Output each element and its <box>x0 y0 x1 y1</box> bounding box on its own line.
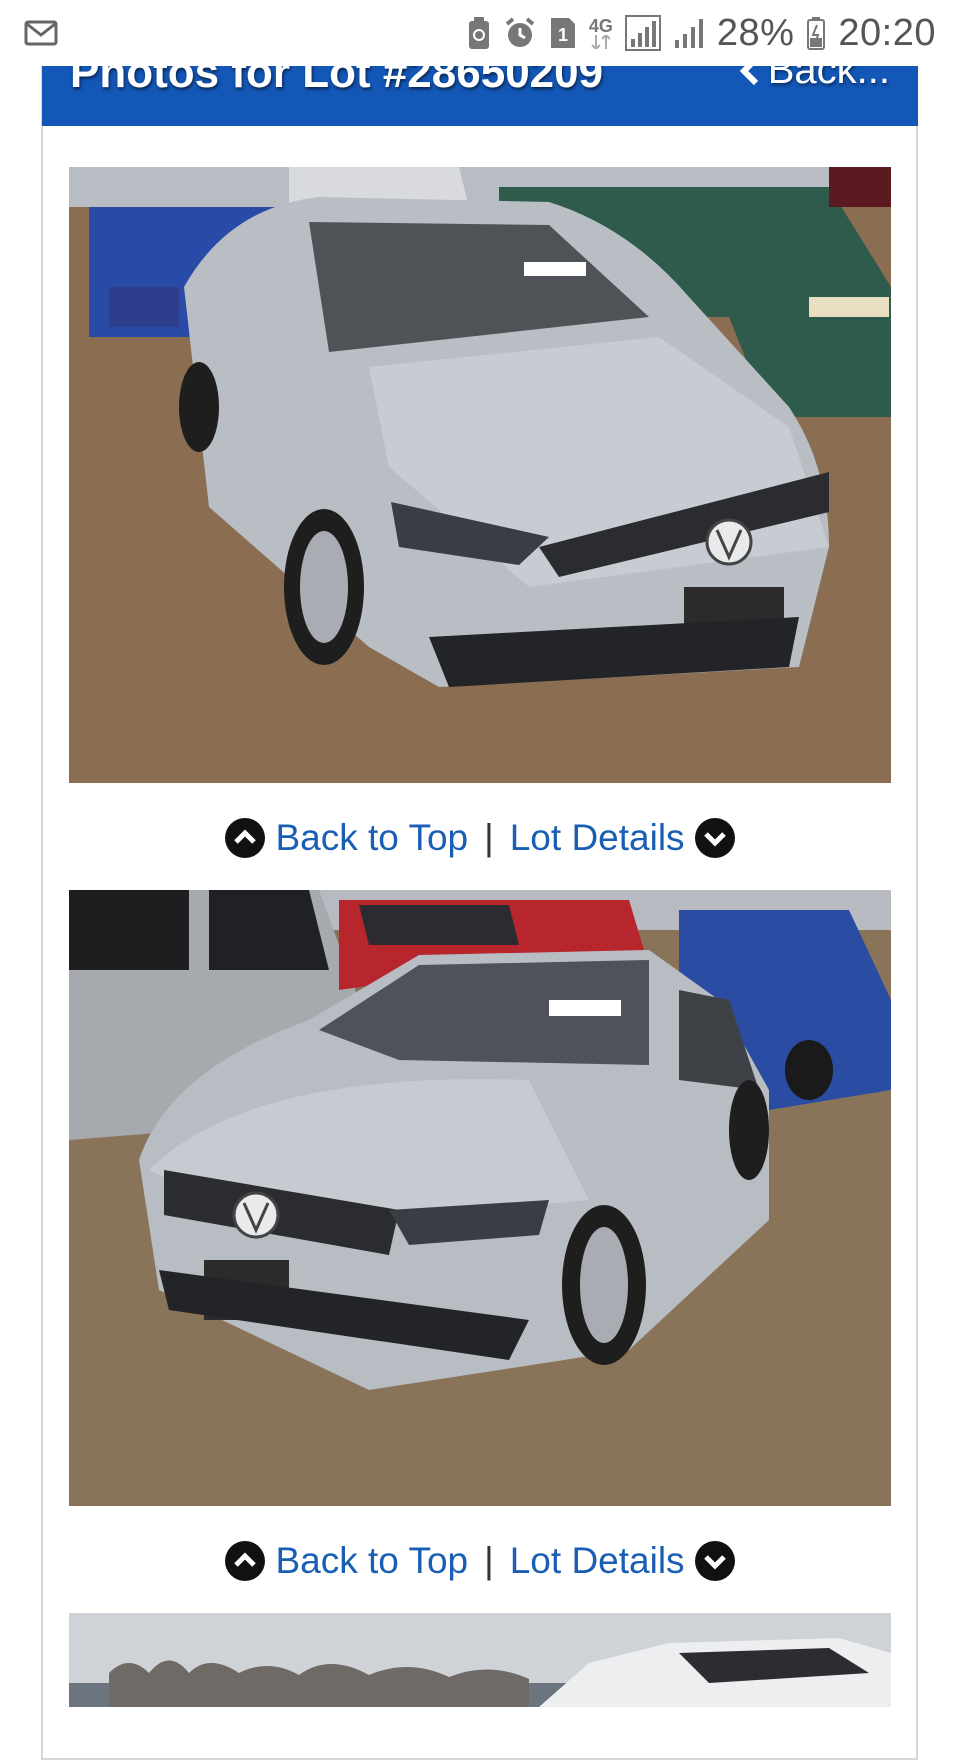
photo-nav-row: Back to Top | Lot Details <box>0 808 960 868</box>
nav-separator: | <box>484 817 494 858</box>
lot-photo-3[interactable] <box>69 1613 891 1707</box>
battery-saver-icon <box>467 16 491 50</box>
header-bar: Photos for Lot #28650209 Back... <box>42 60 918 126</box>
data-arrows-icon: 4G <box>589 17 613 49</box>
lot-details-link[interactable]: Lot Details <box>510 1540 685 1582</box>
photo-nav-row: Back to Top | Lot Details <box>0 1531 960 1591</box>
lot-details-link[interactable]: Lot Details <box>510 817 685 859</box>
chevron-up-icon[interactable] <box>225 818 266 858</box>
chevron-down-icon[interactable] <box>694 818 735 858</box>
clock-time: 20:20 <box>838 11 936 54</box>
status-bar: 1 4G 28% 20:20 <box>0 0 960 66</box>
lot-photo-2[interactable] <box>69 890 891 1506</box>
battery-icon <box>806 16 826 50</box>
chevron-down-icon[interactable] <box>694 1541 735 1581</box>
sim-icon: 1 <box>549 16 577 50</box>
signal-icon <box>673 16 705 50</box>
sim-slot-number: 1 <box>558 25 568 45</box>
alarm-icon <box>503 16 537 50</box>
back-to-top-link[interactable]: Back to Top <box>275 1540 468 1582</box>
chevron-up-icon[interactable] <box>225 1541 266 1581</box>
battery-percent: 28% <box>716 11 795 54</box>
signal-icon <box>624 15 661 51</box>
lot-photo-1[interactable] <box>69 167 891 783</box>
mail-icon <box>24 19 58 47</box>
back-to-top-link[interactable]: Back to Top <box>275 817 468 859</box>
network-type: 4G <box>588 16 613 36</box>
nav-separator: | <box>484 1540 494 1581</box>
